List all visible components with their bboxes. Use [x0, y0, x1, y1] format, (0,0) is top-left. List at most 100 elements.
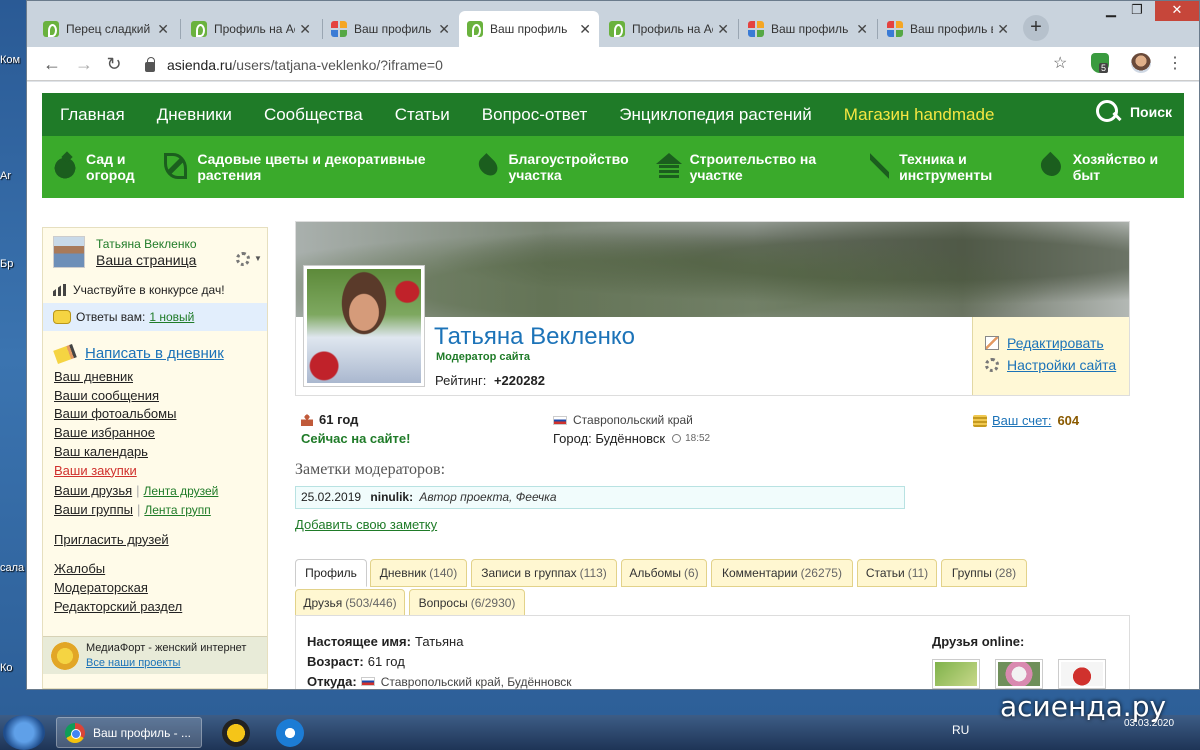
moderator-notes-title: Заметки модераторов: [295, 461, 446, 478]
nav-item-qa[interactable]: Вопрос-ответ [482, 105, 587, 125]
sidebar-item-editor[interactable]: Редакторский раздел [54, 598, 218, 617]
profile-rating: Рейтинг: +220282 [435, 373, 545, 388]
edit-profile-link[interactable]: Редактировать [985, 335, 1104, 351]
sidebar-item-messages[interactable]: Ваши сообщения [54, 387, 218, 406]
friend-avatar[interactable] [932, 659, 980, 689]
nav-item-home[interactable]: Главная [60, 105, 125, 125]
nav-item-shop[interactable]: Магазин handmade [844, 105, 995, 125]
category-label: Сад и огород [86, 151, 135, 183]
sidebar-item-purchases[interactable]: Ваши закупки [54, 462, 218, 481]
nav-item-articles[interactable]: Статьи [395, 105, 450, 125]
category-tools[interactable]: Техника и инструменты [870, 151, 1020, 183]
reload-icon[interactable]: ↻ [103, 53, 125, 75]
browser-tab[interactable]: Ваш профиль в ✕ [879, 11, 1017, 47]
close-icon[interactable]: ✕ [997, 21, 1009, 38]
tab-title: Профиль на Ас [214, 22, 296, 36]
tab-friends[interactable]: Друзья (503/446) [295, 589, 405, 617]
app-icon[interactable] [222, 719, 250, 747]
category-label: Садовые цветы и декоративные растения [197, 151, 426, 183]
tab-label: Друзья [303, 596, 343, 610]
gear-icon[interactable] [236, 252, 250, 266]
account-link[interactable]: Ваш счет: [992, 413, 1051, 428]
category-label: Строительство на участке [689, 151, 817, 183]
sidebar-item-groups[interactable]: Ваши группы [54, 502, 133, 517]
friend-avatar[interactable] [1058, 659, 1106, 689]
nav-item-encyclopedia[interactable]: Энциклопедия растений [619, 105, 812, 125]
browser-tab[interactable]: Профиль на Ас ✕ [183, 11, 319, 47]
browser-tab-active[interactable]: Ваш профиль ✕ [459, 11, 599, 47]
close-window-button[interactable]: ✕ [1155, 1, 1199, 21]
tab-label: Профиль [305, 566, 357, 580]
browser-tab[interactable]: Перец сладкий ✕ [35, 11, 177, 47]
nav-item-communities[interactable]: Сообщества [264, 105, 363, 125]
sidebar-item-groups-feed[interactable]: Лента групп [144, 503, 210, 517]
address-bar[interactable]: asienda.ru/users/tatjana-veklenko/?ifram… [135, 51, 1111, 78]
category-household[interactable]: Хозяйство и быт [1036, 151, 1179, 183]
bar-chart-icon [53, 284, 66, 296]
teamviewer-icon[interactable] [276, 719, 304, 747]
sidebar-item-friends[interactable]: Ваши друзья [54, 483, 132, 498]
close-icon[interactable]: ✕ [717, 21, 729, 38]
tab-questions[interactable]: Вопросы (6/2930) [409, 589, 525, 617]
category-flowers[interactable]: Садовые цветы и декоративные растения [164, 151, 454, 183]
tab-group-posts[interactable]: Записи в группах (113) [471, 559, 617, 587]
new-tab-button[interactable]: + [1023, 15, 1049, 41]
tab-count: (6/2930) [470, 596, 516, 610]
tab-diary[interactable]: Дневник (140) [370, 559, 467, 587]
all-projects-link[interactable]: Все наши проекты [86, 657, 180, 669]
category-landscaping[interactable]: Благоустройство участка [475, 151, 648, 183]
minimize-button[interactable]: ▁ [1097, 1, 1125, 21]
maximize-button[interactable]: ❐ [1123, 1, 1151, 21]
close-icon[interactable]: ✕ [579, 21, 591, 38]
close-icon[interactable]: ✕ [299, 21, 311, 38]
tab-comments[interactable]: Комментарии (26275) [711, 559, 853, 587]
sidebar-item-favorites[interactable]: Ваше избранное [54, 424, 218, 443]
sidebar-item-invite[interactable]: Пригласить друзей [54, 531, 218, 550]
close-icon[interactable]: ✕ [157, 21, 169, 38]
write-diary-link[interactable]: Написать в дневник [53, 343, 224, 364]
tab-groups[interactable]: Группы (28) [941, 559, 1027, 587]
sidebar-item-moderator[interactable]: Модераторская [54, 579, 218, 598]
site-settings-link[interactable]: Настройки сайта [985, 357, 1116, 373]
page-viewport: Главная Дневники Сообщества Статьи Вопро… [27, 82, 1199, 689]
close-icon[interactable]: ✕ [856, 21, 868, 38]
close-icon[interactable]: ✕ [438, 21, 450, 38]
your-page-link[interactable]: Ваша страница [96, 252, 196, 268]
bookmark-star-icon[interactable]: ☆ [1053, 53, 1067, 73]
sidebar-item-complaints[interactable]: Жалобы [54, 560, 218, 579]
tab-profile[interactable]: Профиль [295, 559, 367, 587]
avatar[interactable] [53, 236, 85, 268]
sidebar-item-friends-feed[interactable]: Лента друзей [144, 484, 219, 498]
tab-articles[interactable]: Статьи (11) [857, 559, 937, 587]
lock-icon [145, 56, 155, 72]
real-name-label: Настоящее имя: [307, 634, 411, 649]
sidebar-item-diary[interactable]: Ваш дневник [54, 368, 218, 387]
language-indicator[interactable]: RU [952, 723, 969, 737]
nav-item-diaries[interactable]: Дневники [157, 105, 232, 125]
chevron-down-icon[interactable]: ▼ [254, 254, 262, 263]
profile-photo[interactable] [303, 265, 425, 387]
browser-tab[interactable]: Ваш профиль н ✕ [740, 11, 876, 47]
real-name-value: Татьяна [414, 634, 464, 649]
search-button[interactable]: Поиск [1095, 100, 1172, 124]
profile-avatar[interactable] [1131, 53, 1151, 73]
age-field-value: 61 год [367, 654, 405, 669]
category-garden[interactable]: Сад и огород [54, 151, 164, 183]
answers-new-link[interactable]: 1 новый [149, 310, 194, 324]
chrome-icon [65, 722, 85, 743]
back-icon[interactable]: ← [41, 53, 63, 75]
taskbar-chrome-window[interactable]: Ваш профиль - ... [56, 717, 202, 748]
menu-dots-icon[interactable]: ⋮ [1167, 53, 1183, 73]
tab-title: Ваш профиль [354, 22, 432, 36]
sidebar-item-photo-albums[interactable]: Ваши фотоальбомы [54, 405, 218, 424]
start-button[interactable] [3, 715, 45, 750]
browser-tab[interactable]: Профиль на Ас ✕ [601, 11, 737, 47]
tab-albums[interactable]: Альбомы (6) [621, 559, 707, 587]
forward-icon[interactable]: → [73, 53, 95, 75]
sidebar-item-calendar[interactable]: Ваш календарь [54, 443, 218, 462]
friend-avatar[interactable] [995, 659, 1043, 689]
category-construction[interactable]: Строительство на участке [656, 151, 856, 183]
add-note-link[interactable]: Добавить свою заметку [295, 517, 437, 532]
contest-link[interactable]: Участвуйте в конкурсе дач! [53, 283, 225, 297]
browser-tab[interactable]: Ваш профиль ✕ [323, 11, 458, 47]
